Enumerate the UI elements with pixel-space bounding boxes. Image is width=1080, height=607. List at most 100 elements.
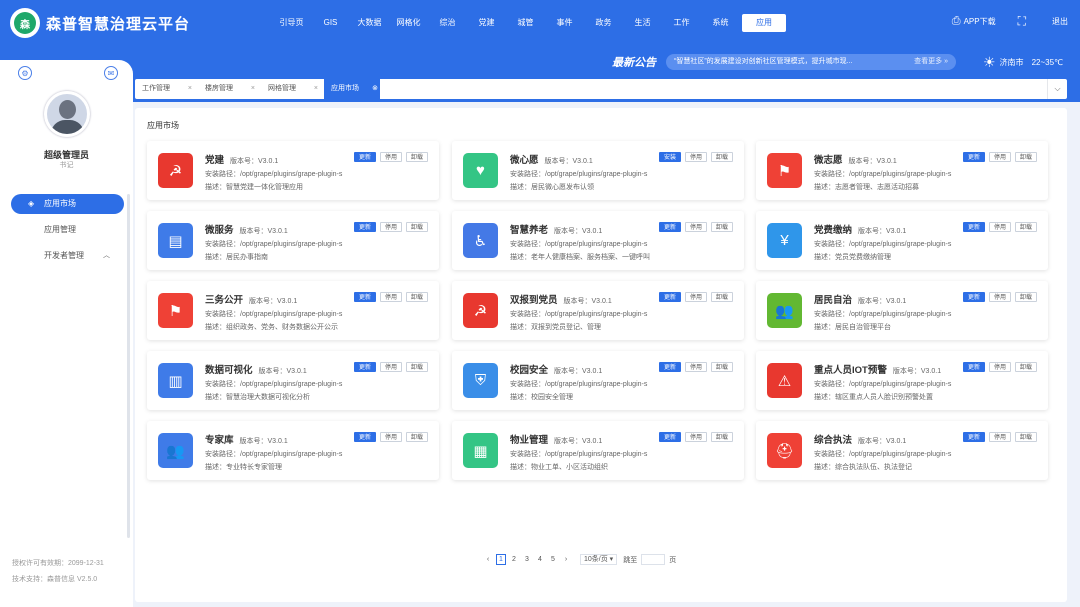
disable-button[interactable]: 停用	[380, 292, 402, 302]
uninstall-button[interactable]: 卸载	[711, 152, 733, 162]
app-card[interactable]: 👥 居民自治 版本号：V3.0.1 安装路径：/opt/grape/plugins/g…	[756, 281, 1048, 340]
goto-page-input[interactable]	[641, 554, 666, 565]
app-card[interactable]: ⚑ 微志愿 版本号：V3.0.1 安装路径：/opt/grape/plugins/gr…	[756, 141, 1048, 200]
uninstall-button[interactable]: 卸载	[406, 432, 428, 442]
update-button[interactable]: 更新	[963, 292, 985, 302]
app-card[interactable]: 👥 专家库 版本号：V3.0.1 安装路径：/opt/grape/plugins/gr…	[147, 421, 439, 480]
update-button[interactable]: 更新	[354, 152, 376, 162]
uninstall-button[interactable]: 卸载	[711, 292, 733, 302]
update-button[interactable]: 更新	[354, 222, 376, 232]
disable-button[interactable]: 停用	[989, 432, 1011, 442]
app-card[interactable]: ▥ 数据可视化 版本号：V3.0.1 安装路径：/opt/grape/plugins/…	[147, 351, 439, 410]
update-button[interactable]: 更新	[354, 292, 376, 302]
update-button[interactable]: 更新	[354, 362, 376, 372]
nav-item[interactable]: 城管	[506, 14, 545, 32]
chevron-down-icon[interactable]: ⌵	[1047, 79, 1067, 99]
app-card[interactable]: ⛨ 校园安全 版本号：V3.0.1 安装路径：/opt/grape/plugins/g…	[452, 351, 744, 410]
fullscreen-icon[interactable]: ⛶	[1018, 14, 1026, 29]
close-icon[interactable]: ×	[251, 79, 255, 99]
nav-item[interactable]: 网格化	[389, 14, 428, 32]
update-button[interactable]: 更新	[963, 152, 985, 162]
page-button[interactable]: 3	[522, 556, 532, 563]
app-card[interactable]: ♿ 智慧养老 版本号：V3.0.1 安装路径：/opt/grape/plugins/g…	[452, 211, 744, 270]
nav-item[interactable]: 引导页	[272, 14, 311, 32]
update-button[interactable]: 更新	[963, 432, 985, 442]
app-download-button[interactable]: ⎙ APP下载	[952, 15, 996, 28]
sidebar-item-developer-management[interactable]: 开发者管理 ︿	[11, 246, 124, 266]
nav-item[interactable]: 工作	[662, 14, 701, 32]
page-button[interactable]: 5	[548, 556, 558, 563]
logout-button[interactable]: 退出	[1052, 16, 1068, 27]
nav-item[interactable]: 事件	[545, 14, 584, 32]
install-button[interactable]: 安装	[659, 152, 681, 162]
uninstall-button[interactable]: 卸载	[711, 222, 733, 232]
app-card[interactable]: ☭ 双报到党员 版本号：V3.0.1 安装路径：/opt/grape/plugins/…	[452, 281, 744, 340]
uninstall-button[interactable]: 卸载	[1015, 292, 1037, 302]
disable-button[interactable]: 停用	[380, 152, 402, 162]
app-card[interactable]: ▤ 微服务 版本号：V3.0.1 安装路径：/opt/grape/plugins/gr…	[147, 211, 439, 270]
nav-item[interactable]: 应用	[742, 14, 786, 32]
disable-button[interactable]: 停用	[380, 222, 402, 232]
tab-app-market[interactable]: 应用市场 ⊗	[324, 79, 380, 99]
uninstall-button[interactable]: 卸载	[1015, 432, 1037, 442]
disable-button[interactable]: 停用	[989, 362, 1011, 372]
disable-button[interactable]: 停用	[685, 152, 707, 162]
avatar[interactable]	[44, 91, 90, 137]
nav-item[interactable]: 系统	[701, 14, 740, 32]
update-button[interactable]: 更新	[659, 432, 681, 442]
nav-item[interactable]: 大数据	[350, 14, 389, 32]
update-button[interactable]: 更新	[659, 292, 681, 302]
page-button[interactable]: 2	[509, 556, 519, 563]
sidebar-item-app-management[interactable]: 应用管理	[11, 220, 124, 240]
disable-button[interactable]: 停用	[685, 362, 707, 372]
update-button[interactable]: 更新	[659, 222, 681, 232]
page-button[interactable]: 1	[496, 554, 506, 565]
disable-button[interactable]: 停用	[989, 152, 1011, 162]
sidebar-scrollbar[interactable]	[127, 194, 130, 538]
page-button[interactable]: 4	[535, 556, 545, 563]
uninstall-button[interactable]: 卸载	[1015, 362, 1037, 372]
uninstall-button[interactable]: 卸载	[406, 222, 428, 232]
nav-item[interactable]: 政务	[584, 14, 623, 32]
next-page-button[interactable]: ›	[561, 556, 571, 563]
uninstall-button[interactable]: 卸载	[711, 432, 733, 442]
nav-item[interactable]: 生活	[623, 14, 662, 32]
disable-button[interactable]: 停用	[380, 432, 402, 442]
update-button[interactable]: 更新	[963, 362, 985, 372]
disable-button[interactable]: 停用	[380, 362, 402, 372]
close-icon[interactable]: ×	[188, 79, 192, 99]
bulletin-more-link[interactable]: 查看更多 »	[914, 54, 948, 70]
app-card[interactable]: ¥ 党费缴纳 版本号：V3.0.1 安装路径：/opt/grape/plugins/g…	[756, 211, 1048, 270]
sidebar-item-app-market[interactable]: ◈ 应用市场	[11, 194, 124, 214]
tab-building-management[interactable]: 楼房管理 ×	[198, 79, 261, 99]
app-card[interactable]: ♥ 微心愿 版本号：V3.0.1 安装路径：/opt/grape/plugins/gr…	[452, 141, 744, 200]
bulletin-ticker[interactable]: “智慧社区”的发展建设对创新社区管理模式，提升城市现... 查看更多 »	[666, 54, 956, 70]
uninstall-button[interactable]: 卸载	[406, 292, 428, 302]
uninstall-button[interactable]: 卸载	[1015, 152, 1037, 162]
disable-button[interactable]: 停用	[685, 432, 707, 442]
close-icon[interactable]: ×	[314, 79, 318, 99]
message-icon[interactable]: ✉	[104, 66, 118, 80]
app-card[interactable]: ⛑ 综合执法 版本号：V3.0.1 安装路径：/opt/grape/plugins/g…	[756, 421, 1048, 480]
app-card[interactable]: ☭ 党建 版本号：V3.0.1 安装路径：/opt/grape/plugins/gra…	[147, 141, 439, 200]
update-button[interactable]: 更新	[659, 362, 681, 372]
close-icon[interactable]: ⊗	[372, 79, 378, 99]
page-size-select[interactable]: 10条/页 ▾	[580, 554, 618, 565]
disable-button[interactable]: 停用	[685, 292, 707, 302]
disable-button[interactable]: 停用	[989, 292, 1011, 302]
nav-item[interactable]: GIS	[311, 14, 350, 32]
nav-item[interactable]: 综治	[428, 14, 467, 32]
app-card[interactable]: ▦ 物业管理 版本号：V3.0.1 安装路径：/opt/grape/plugins/g…	[452, 421, 744, 480]
settings-icon[interactable]: ⚙	[18, 66, 32, 80]
logo[interactable]: 森	[10, 8, 40, 38]
disable-button[interactable]: 停用	[989, 222, 1011, 232]
update-button[interactable]: 更新	[963, 222, 985, 232]
uninstall-button[interactable]: 卸载	[406, 362, 428, 372]
uninstall-button[interactable]: 卸载	[406, 152, 428, 162]
app-card[interactable]: ⚑ 三务公开 版本号：V3.0.1 安装路径：/opt/grape/plugins/g…	[147, 281, 439, 340]
update-button[interactable]: 更新	[354, 432, 376, 442]
tab-work-management[interactable]: 工作管理 ×	[135, 79, 198, 99]
disable-button[interactable]: 停用	[685, 222, 707, 232]
prev-page-button[interactable]: ‹	[483, 556, 493, 563]
tab-grid-management[interactable]: 网格管理 ×	[261, 79, 324, 99]
